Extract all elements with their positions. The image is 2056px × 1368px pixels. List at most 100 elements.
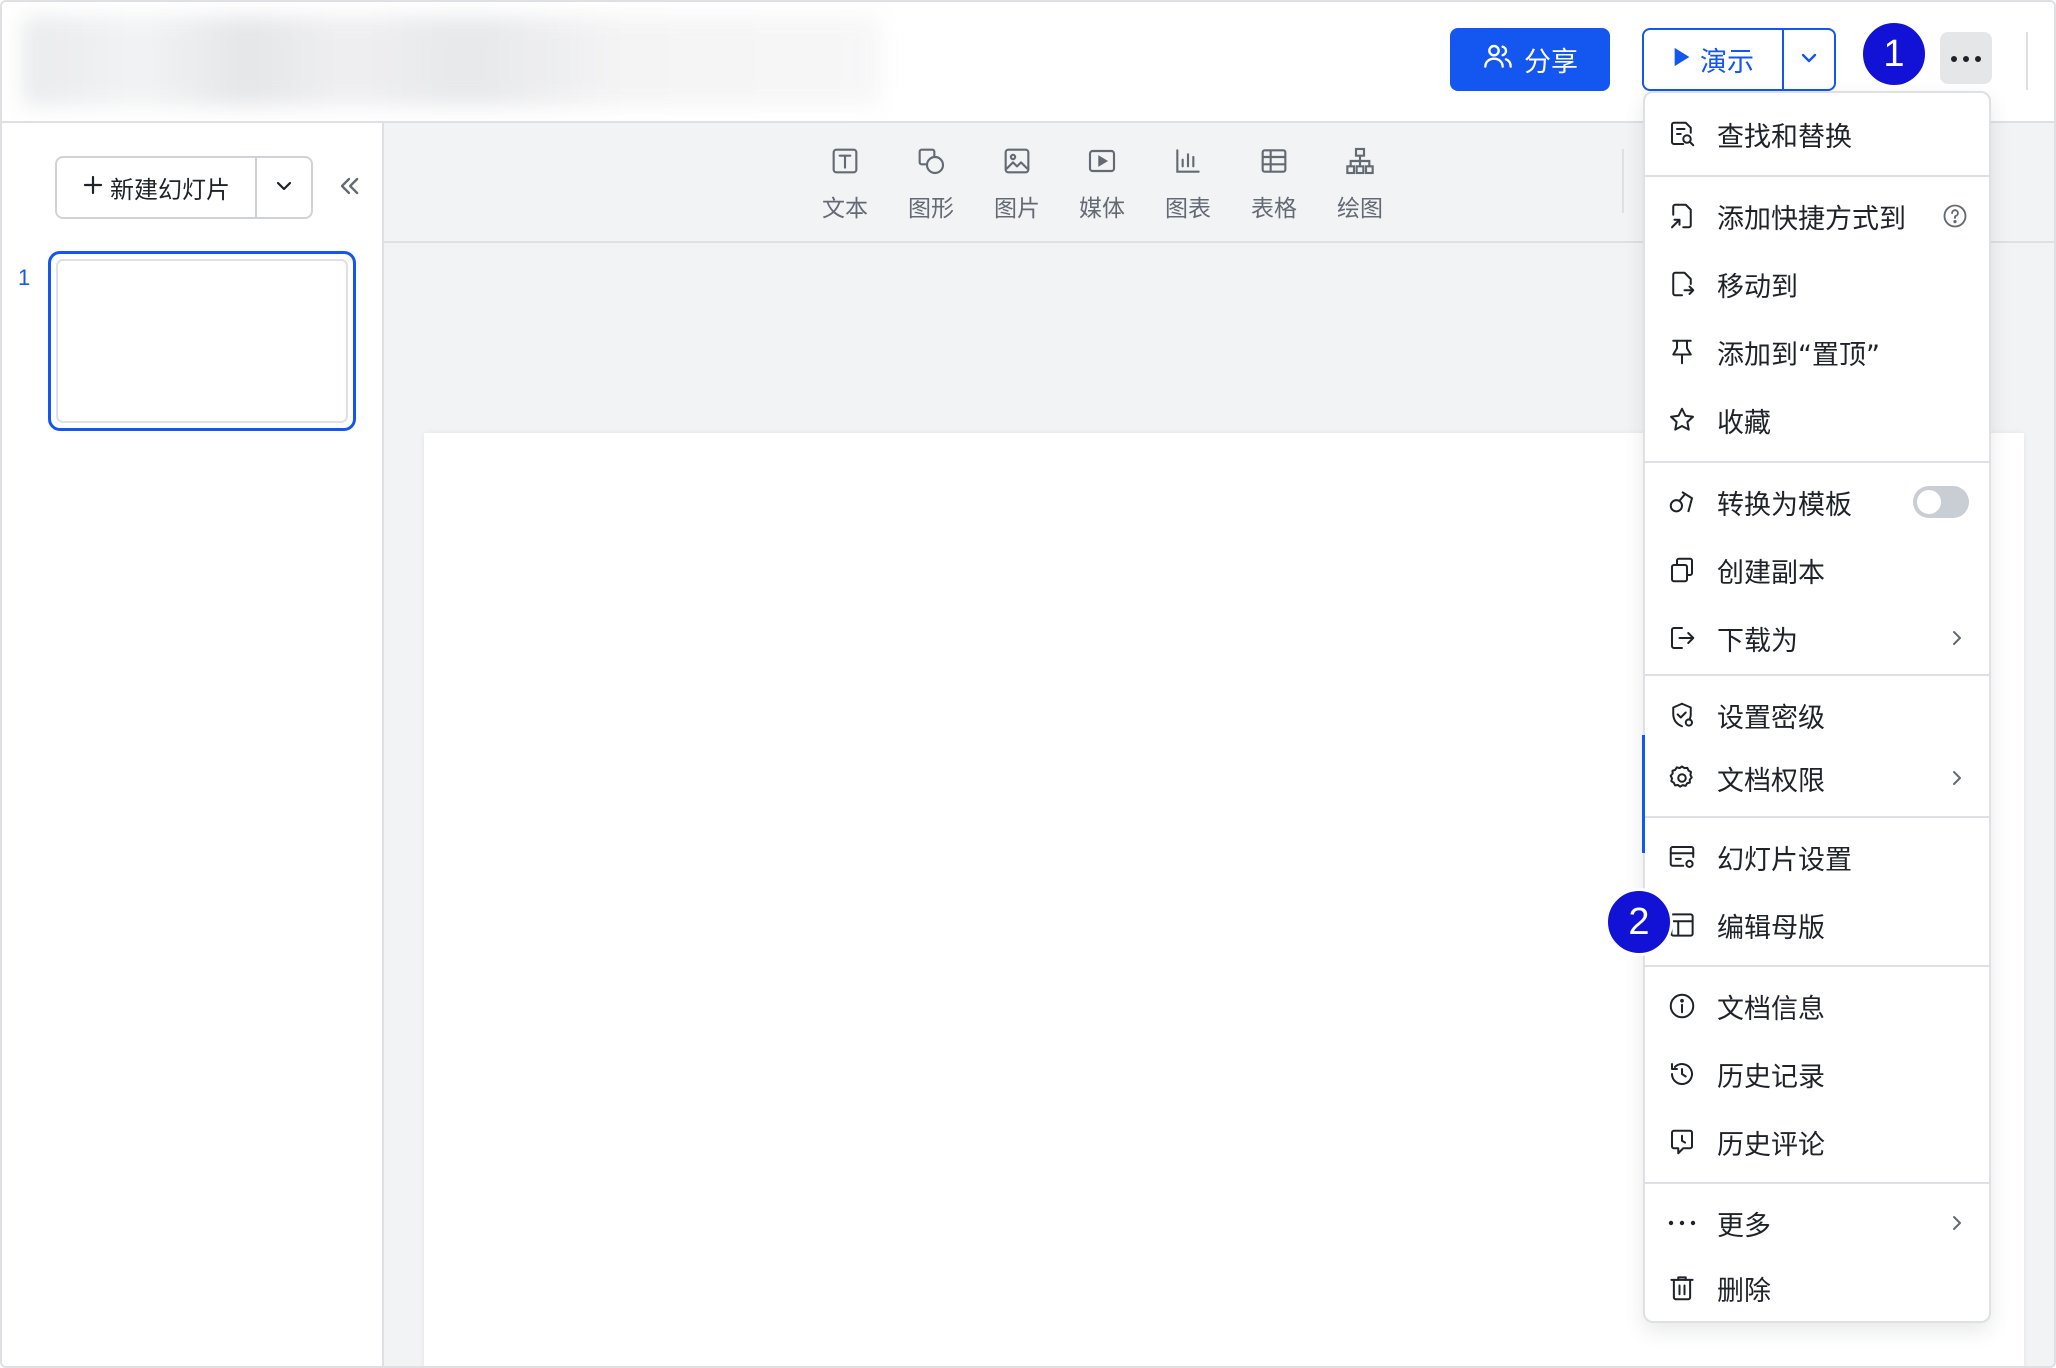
menu-item-label: 移动到 — [1717, 271, 1798, 303]
menu-item-convert-template[interactable]: 转换为模板 — [1645, 470, 1989, 534]
menu-item-more[interactable]: 更多 — [1645, 1191, 1989, 1255]
collapse-sidebar-button[interactable] — [332, 171, 366, 205]
comment-history-icon — [1665, 1125, 1699, 1159]
slide-number: 1 — [18, 265, 31, 290]
presentation-editor: 分享 演示 新建幻灯片 1 文本 图形 图片 媒体 图表 表格 绘图 查找和替换… — [0, 0, 2056, 1368]
toolbar-media[interactable]: 媒体 — [1057, 145, 1147, 225]
toolbar-label: 表格 — [1251, 196, 1297, 222]
menu-item-label: 文档权限 — [1717, 765, 1825, 797]
menu-item-delete[interactable]: 删除 — [1645, 1256, 1989, 1320]
menu-divider — [1645, 965, 1989, 967]
download-icon — [1665, 621, 1699, 655]
menu-item-slide-settings[interactable]: 幻灯片设置 — [1645, 825, 1989, 889]
new-slide-button-group: 新建幻灯片 — [55, 156, 313, 219]
menu-item-move-to[interactable]: 移动到 — [1645, 252, 1989, 316]
present-button-group: 演示 — [1642, 28, 1836, 91]
chevron-down-icon — [1797, 46, 1821, 74]
diagram-icon — [1344, 145, 1376, 183]
toolbar-text[interactable]: 文本 — [800, 145, 890, 225]
copy-icon — [1665, 553, 1699, 587]
slide-thumbnail-preview — [56, 259, 348, 423]
menu-item-add-shortcut[interactable]: 添加快捷方式到 — [1645, 184, 1989, 248]
more-dots-icon — [1949, 49, 1983, 68]
toolbar-diagram[interactable]: 绘图 — [1315, 145, 1405, 225]
menu-divider — [1645, 674, 1989, 676]
image-icon — [1001, 145, 1033, 183]
menu-item-favorite[interactable]: 收藏 — [1645, 388, 1989, 452]
menu-divider — [1645, 1182, 1989, 1184]
menu-item-duplicate[interactable]: 创建副本 — [1645, 538, 1989, 602]
text-icon — [829, 145, 861, 183]
present-options-dropdown[interactable] — [1784, 30, 1834, 89]
menu-item-pin-top[interactable]: 添加到“置顶” — [1645, 320, 1989, 384]
menu-item-label: 添加到“置顶” — [1717, 339, 1880, 371]
menu-item-label: 设置密级 — [1717, 702, 1825, 734]
slide-settings-icon — [1665, 840, 1699, 874]
chevron-right-icon — [1945, 626, 1969, 650]
toolbar-divider — [1622, 149, 1624, 213]
header-divider — [2026, 32, 2028, 90]
toolbar-image[interactable]: 图片 — [972, 145, 1062, 225]
template-toggle[interactable] — [1913, 486, 1969, 518]
more-options-button[interactable] — [1940, 32, 1992, 84]
menu-item-history[interactable]: 历史记录 — [1645, 1042, 1989, 1106]
menu-item-label: 创建副本 — [1717, 557, 1825, 589]
menu-divider — [1645, 461, 1989, 463]
menu-item-security-level[interactable]: 设置密级 — [1645, 683, 1989, 747]
menu-item-find-replace[interactable]: 查找和替换 — [1645, 102, 1989, 166]
menu-item-label: 收藏 — [1717, 407, 1771, 439]
plus-icon — [82, 174, 104, 202]
menu-item-label: 添加快捷方式到 — [1717, 203, 1906, 235]
help-icon[interactable] — [1941, 202, 1969, 230]
find-replace-icon — [1665, 117, 1699, 151]
menu-item-comment-history[interactable]: 历史评论 — [1645, 1110, 1989, 1174]
share-label: 分享 — [1524, 47, 1578, 78]
toolbar-label: 图片 — [994, 196, 1040, 222]
toolbar-label: 媒体 — [1079, 196, 1125, 222]
slide-sidebar: 新建幻灯片 1 — [2, 123, 384, 1366]
template-icon — [1665, 485, 1699, 519]
toolbar-shape[interactable]: 图形 — [886, 145, 976, 225]
shortcut-icon — [1665, 199, 1699, 233]
menu-item-download-as[interactable]: 下载为 — [1645, 606, 1989, 670]
step-badge-2: 2 — [1605, 888, 1673, 956]
menu-item-label: 更多 — [1717, 1210, 1771, 1242]
chart-icon — [1172, 145, 1204, 183]
toolbar-label: 图形 — [908, 196, 954, 222]
toolbar-label: 图表 — [1165, 196, 1211, 222]
menu-item-doc-permissions[interactable]: 文档权限 — [1645, 746, 1989, 810]
menu-item-label: 历史记录 — [1717, 1061, 1825, 1093]
new-slide-dropdown[interactable] — [257, 158, 311, 217]
new-slide-label: 新建幻灯片 — [110, 176, 230, 204]
menu-item-label: 下载为 — [1717, 625, 1798, 657]
security-level-icon — [1665, 698, 1699, 732]
share-button[interactable]: 分享 — [1450, 28, 1610, 91]
more-dots-icon — [1665, 1206, 1699, 1240]
blurred-document-title — [22, 16, 882, 106]
move-icon — [1665, 267, 1699, 301]
toolbar-label: 绘图 — [1337, 196, 1383, 222]
toolbar-table[interactable]: 表格 — [1229, 145, 1319, 225]
menu-item-label: 幻灯片设置 — [1717, 844, 1852, 876]
menu-item-doc-info[interactable]: 文档信息 — [1645, 974, 1989, 1038]
menu-item-label: 历史评论 — [1717, 1129, 1825, 1161]
toolbar-chart[interactable]: 图表 — [1143, 145, 1233, 225]
chevron-down-icon — [272, 174, 296, 202]
table-icon — [1258, 145, 1290, 183]
menu-item-label: 查找和替换 — [1717, 121, 1852, 153]
new-slide-button[interactable]: 新建幻灯片 — [57, 158, 257, 217]
present-label: 演示 — [1700, 47, 1754, 78]
menu-item-label: 转换为模板 — [1717, 489, 1852, 521]
toolbar-label: 文本 — [822, 196, 868, 222]
menu-divider — [1645, 175, 1989, 177]
menu-item-edit-master[interactable]: 编辑母版 — [1645, 893, 1989, 957]
trash-icon — [1665, 1271, 1699, 1305]
pin-icon — [1665, 335, 1699, 369]
menu-divider — [1645, 816, 1989, 818]
media-icon — [1086, 145, 1118, 183]
slide-thumbnail[interactable] — [48, 251, 356, 431]
present-button[interactable]: 演示 — [1644, 30, 1784, 89]
chevron-right-icon — [1945, 1211, 1969, 1235]
double-chevron-left-icon — [335, 172, 363, 204]
permission-gear-icon — [1665, 761, 1699, 795]
